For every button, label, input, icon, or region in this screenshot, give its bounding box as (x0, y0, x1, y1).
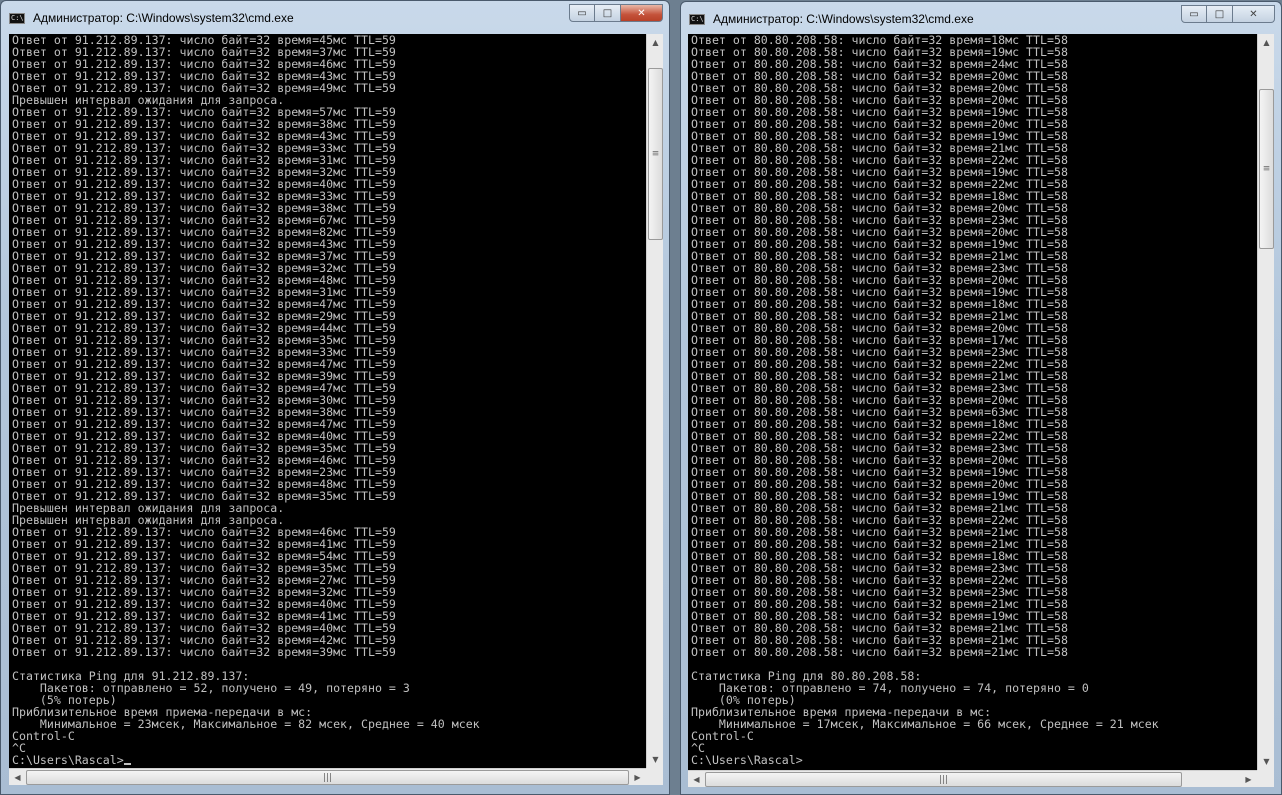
minimize-button[interactable]: ▭ (569, 4, 595, 22)
command-prompt[interactable]: C:\Users\Rascal> (9, 754, 646, 766)
vertical-scrollbar[interactable]: ▲ ≡ ▼ (646, 34, 663, 768)
scrollbar-thumb[interactable]: ≡ (1259, 89, 1274, 249)
cmd-icon: C:\ (9, 13, 25, 24)
window-title: Администратор: C:\Windows\system32\cmd.e… (33, 11, 294, 25)
console-output[interactable]: Ответ от 80.80.208.58: число байт=32 вре… (688, 34, 1257, 770)
scroll-right-arrow-icon[interactable]: ▶ (629, 769, 646, 786)
cmd-window-right[interactable]: C:\ Администратор: C:\Windows\system32\c… (680, 1, 1282, 795)
horizontal-scrollbar[interactable]: ◀ ||| ▶ (9, 768, 646, 785)
console-line: Минимальное = 23мсек, Максимальное = 82 … (12, 717, 480, 731)
title-bar[interactable]: C:\ Администратор: C:\Windows\system32\c… (1, 1, 669, 34)
console-line: Минимальное = 17мсек, Максимальное = 66 … (691, 717, 1159, 731)
console-line: Control-C (691, 729, 754, 743)
scrollbar-corner (646, 768, 663, 785)
horizontal-scrollbar-thumb[interactable]: ||| (705, 772, 1182, 787)
scroll-right-arrow-icon[interactable]: ▶ (1240, 771, 1257, 788)
window-controls: ▭ □ ✕ (569, 4, 663, 23)
window-controls: ▭ □ ✕ (1181, 5, 1275, 24)
command-prompt[interactable]: C:\Users\Rascal> (688, 754, 1257, 766)
scroll-up-arrow-icon[interactable]: ▲ (647, 34, 664, 51)
title-bar[interactable]: C:\ Администратор: C:\Windows\system32\c… (681, 2, 1281, 35)
console-line: Ответ от 80.80.208.58: число байт=32 вре… (691, 645, 1068, 659)
vertical-scrollbar[interactable]: ▲ ≡ ▼ (1257, 34, 1274, 770)
console-output[interactable]: Ответ от 91.212.89.137: число байт=32 вр… (9, 34, 646, 768)
scroll-left-arrow-icon[interactable]: ◀ (9, 769, 26, 786)
window-title: Администратор: C:\Windows\system32\cmd.e… (713, 12, 974, 26)
close-button[interactable]: ✕ (1233, 5, 1275, 23)
close-button[interactable]: ✕ (621, 4, 663, 22)
minimize-button[interactable]: ▭ (1181, 5, 1207, 23)
cmd-icon: C:\ (689, 14, 705, 25)
scroll-up-arrow-icon[interactable]: ▲ (1258, 34, 1275, 51)
maximize-button[interactable]: □ (595, 4, 621, 22)
scroll-down-arrow-icon[interactable]: ▼ (1258, 753, 1275, 770)
maximize-button[interactable]: □ (1207, 5, 1233, 23)
cmd-window-left[interactable]: C:\ Администратор: C:\Windows\system32\c… (0, 0, 670, 795)
scrollbar-corner (1257, 770, 1274, 787)
console-line: Ответ от 91.212.89.137: число байт=32 вр… (12, 645, 396, 659)
scroll-down-arrow-icon[interactable]: ▼ (647, 751, 664, 768)
horizontal-scrollbar-thumb[interactable]: ||| (26, 770, 629, 785)
console-line: Control-C (12, 729, 75, 743)
horizontal-scrollbar[interactable]: ◀ ||| ▶ (688, 770, 1257, 787)
scroll-left-arrow-icon[interactable]: ◀ (688, 771, 705, 788)
scrollbar-thumb[interactable]: ≡ (648, 68, 663, 240)
text-cursor (123, 763, 131, 765)
